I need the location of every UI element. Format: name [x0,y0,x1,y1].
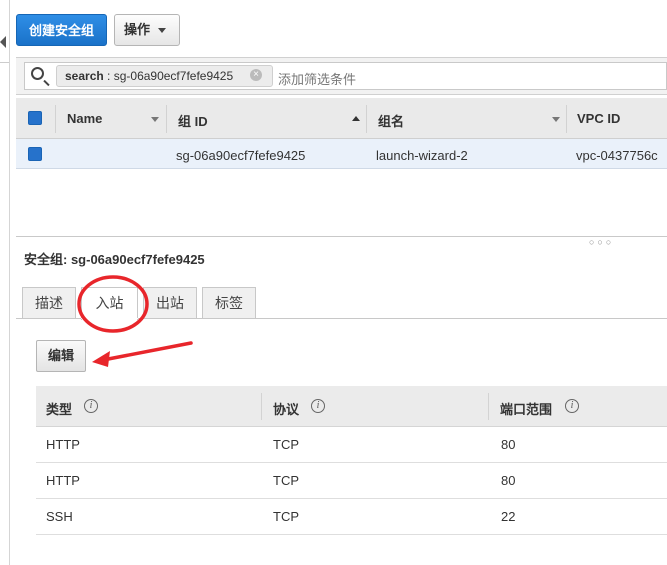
tab-description[interactable]: 描述 [22,287,76,319]
rule-protocol: TCP [273,509,299,524]
close-icon[interactable]: × [250,69,262,81]
row-checkbox[interactable] [28,147,42,161]
actions-dropdown-button[interactable]: 操作 [114,14,180,46]
search-icon [31,67,44,80]
column-header-group-name[interactable]: 组名 [378,111,404,130]
column-header-vpc-id[interactable]: VPC ID [577,111,620,126]
caret-down-icon [158,28,167,34]
info-icon[interactable]: i [84,399,98,413]
column-divider [566,105,567,133]
column-header-type: 类型 [46,402,73,417]
select-all-checkbox[interactable] [28,111,42,125]
tab-tags[interactable]: 标签 [202,287,256,319]
rule-type: HTTP [46,437,80,452]
filter-token-key: search [65,69,104,83]
actions-label: 操作 [124,22,151,37]
tab-outbound[interactable]: 出站 [143,287,197,319]
column-divider [166,105,167,133]
left-gutter [0,0,10,565]
details-title: 安全组: sg-06a90ecf7fefe9425 [24,252,205,267]
filter-token-value: sg-06a90ecf7fefe9425 [113,69,234,83]
table-row [36,499,667,535]
rule-port: 80 [501,437,516,452]
rule-type: HTTP [46,473,80,488]
column-divider [55,105,56,133]
rule-protocol: TCP [273,437,299,452]
table-row[interactable] [16,139,667,169]
annotation-arrow-head [92,351,110,367]
tab-inbound[interactable]: 入站 [81,287,138,320]
column-divider [488,393,489,420]
edit-button[interactable]: 编辑 [36,340,86,372]
rule-type: SSH [46,509,73,524]
create-security-group-button[interactable]: 创建安全组 [16,14,107,46]
rule-protocol: TCP [273,473,299,488]
cell-group-name: launch-wizard-2 [376,148,468,163]
column-header-protocol: 协议 [273,402,300,417]
table-header [16,98,667,139]
drag-handle-icon[interactable]: ○○○ [589,237,614,247]
search-placeholder[interactable]: 添加筛选条件 [278,69,356,88]
table-row [36,463,667,499]
cell-vpc-id: vpc-0437756c [576,148,658,163]
column-header-port-range: 端口范围 [500,402,553,417]
column-divider [261,393,262,420]
cell-group-id: sg-06a90ecf7fefe9425 [176,148,306,163]
info-icon[interactable]: i [311,399,325,413]
gutter-divider [0,62,9,63]
column-divider [366,105,367,133]
rule-port: 80 [501,473,516,488]
column-header-name[interactable]: Name [67,111,102,126]
panel-splitter[interactable] [16,236,667,237]
info-icon[interactable]: i [565,399,579,413]
annotation-arrow-line [101,341,193,362]
sort-down-icon[interactable] [552,117,560,122]
table-row [36,427,667,463]
sort-down-icon[interactable] [151,117,159,122]
collapse-left-icon[interactable] [0,36,6,48]
rule-port: 22 [501,509,516,524]
active-tab-gap [81,318,138,319]
sort-up-icon[interactable] [352,116,360,121]
column-header-group-id[interactable]: 组 ID [178,111,208,130]
filter-token[interactable]: search : sg-06a90ecf7fefe9425 [56,65,273,87]
